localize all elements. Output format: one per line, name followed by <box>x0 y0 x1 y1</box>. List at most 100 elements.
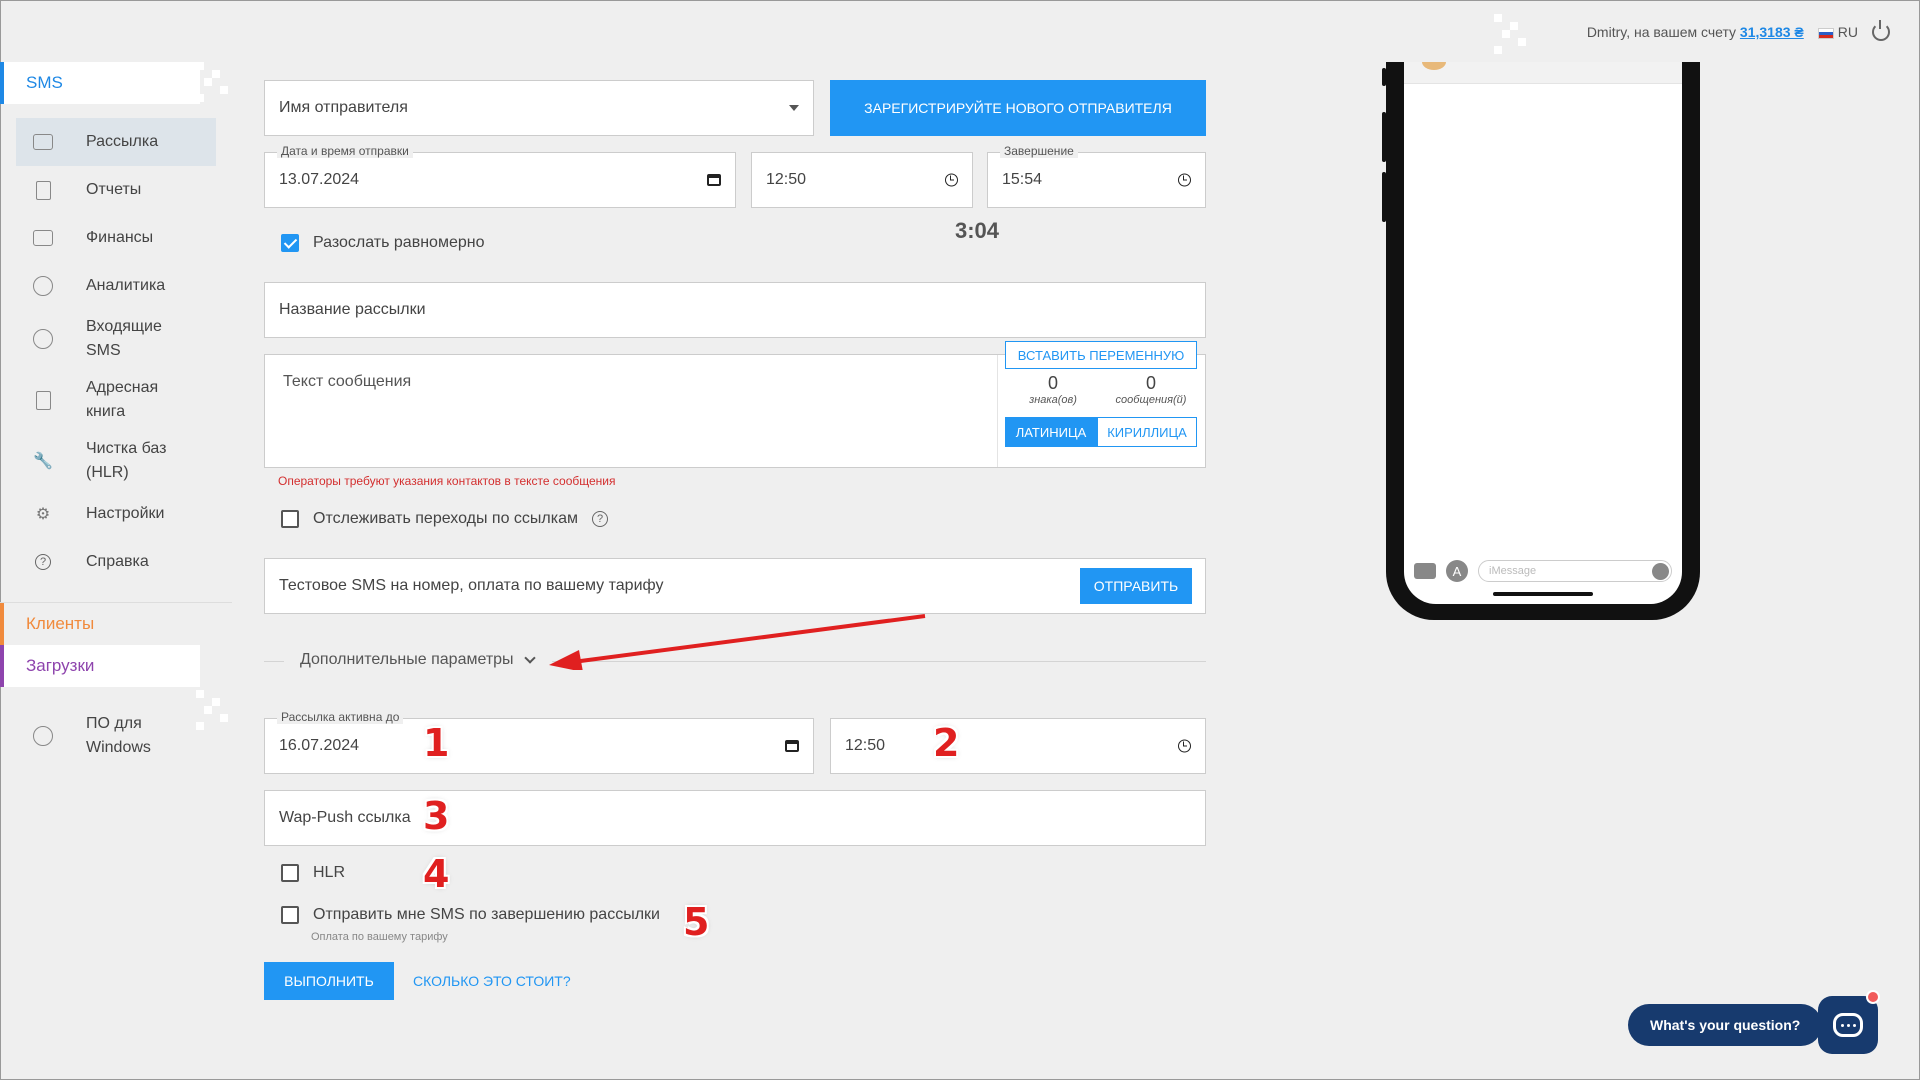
extra-params-label: Дополнительные параметры <box>300 651 514 668</box>
sidebar-item-settings[interactable]: ⚙ Настройки <box>16 490 216 538</box>
annotation-number: 2 <box>933 721 960 765</box>
cyrillic-toggle[interactable]: КИРИЛЛИЦА <box>1097 417 1197 447</box>
section-clients[interactable]: Клиенты <box>0 603 200 645</box>
sidebar-item-label: Справка <box>86 553 149 570</box>
section-downloads[interactable]: Загрузки <box>0 645 200 687</box>
language-switch[interactable]: RU <box>1817 24 1858 40</box>
greeting-text: Dmitry, на вашем счету <box>1586 24 1737 40</box>
checkbox-unchecked[interactable] <box>281 510 299 528</box>
annotation-arrow <box>549 614 926 670</box>
chevron-down-icon <box>789 105 799 111</box>
insert-variable-button[interactable]: ВСТАВИТЬ ПЕРЕМЕННУЮ <box>1005 341 1197 369</box>
notification-dot <box>1866 990 1880 1004</box>
sidebar-item-analytics[interactable]: Аналитика <box>16 262 216 310</box>
end-time-label: Завершение <box>1000 144 1078 158</box>
even-send-checkbox[interactable]: Разослать равномерно <box>281 234 484 252</box>
notify-sms-note: Оплата по вашему тарифу <box>311 931 448 943</box>
message-text-placeholder: Текст сообщения <box>283 373 412 390</box>
chat-prompt[interactable]: What's your question? <box>1628 1004 1823 1046</box>
camera-icon <box>1414 563 1436 579</box>
message-count-value: 0 <box>1145 373 1156 393</box>
download-icon <box>32 725 54 747</box>
sidebar-item-label: Отчеты <box>86 181 142 198</box>
section-clients-label: Клиенты <box>26 614 95 633</box>
phone-header <box>1404 62 1682 84</box>
sidebar-item-label: ПО для Windows <box>86 715 151 756</box>
home-indicator <box>1493 592 1593 596</box>
sidebar-item-reports[interactable]: Отчеты <box>16 166 216 214</box>
account-greeting: Dmitry, на вашем счету 31,3183 ₴ <box>1587 24 1804 40</box>
imessage-field: iMessage <box>1478 560 1672 582</box>
sidebar-item-help[interactable]: ? Справка <box>16 538 216 586</box>
account-bar: Dmitry, на вашем счету 31,3183 ₴ RU <box>1587 14 1890 50</box>
send-date-input[interactable]: Дата и время отправки 13.07.2024 <box>264 144 736 208</box>
execute-button[interactable]: ВЫПОЛНИТЬ <box>264 962 394 1000</box>
sender-select[interactable]: Имя отправителя <box>264 80 814 136</box>
sidebar-item-incoming[interactable]: Входящие SMS <box>16 310 216 368</box>
balance-link[interactable]: 31,3183 ₴ <box>1740 24 1804 40</box>
calendar-icon[interactable] <box>785 740 799 752</box>
annotation-arrow-line <box>572 614 926 664</box>
imessage-placeholder: iMessage <box>1489 565 1537 577</box>
sidebar-item-finance[interactable]: Финансы <box>16 214 216 262</box>
help-icon[interactable]: ? <box>592 511 609 527</box>
send-test-button[interactable]: ОТПРАВИТЬ <box>1080 568 1192 604</box>
track-links-label: Отслеживать переходы по ссылкам <box>313 510 579 527</box>
annotation-number: 4 <box>423 852 450 896</box>
active-until-time-input[interactable]: 12:50 <box>830 718 1206 774</box>
decor-pixels <box>196 62 236 102</box>
active-until-label: Рассылка активна до <box>277 710 404 724</box>
sidebar: SMS Рассылка Отчеты Финансы Аналитика Вх… <box>0 62 236 765</box>
sidebar-item-label: Рассылка <box>86 133 159 150</box>
message-counter: 0 сообщения(й) <box>1103 373 1199 406</box>
test-sms-input[interactable]: Тестовое SMS на номер, оплата по вашему … <box>264 558 1206 614</box>
russia-flag-icon <box>1817 27 1834 39</box>
hlr-checkbox[interactable]: HLR <box>281 864 345 882</box>
end-time-input[interactable]: Завершение 15:54 <box>987 144 1206 208</box>
decor-pixels <box>1494 14 1534 54</box>
section-sms[interactable]: SMS <box>0 62 200 104</box>
active-until-date-input[interactable]: Рассылка активна до 16.07.2024 <box>264 710 814 774</box>
register-sender-button[interactable]: ЗАРЕГИСТРИРУЙТЕ НОВОГО ОТПРАВИТЕЛЯ <box>830 80 1206 136</box>
char-count-label: знака(ов) <box>1029 394 1077 406</box>
clock-icon[interactable] <box>1178 173 1191 187</box>
audio-icon <box>1652 563 1669 580</box>
envelope-icon <box>32 131 54 153</box>
clock-icon[interactable] <box>945 173 958 187</box>
checkbox-unchecked[interactable] <box>281 864 299 882</box>
mailing-name-input[interactable]: Название рассылки <box>264 282 1206 338</box>
pie-chart-icon <box>32 275 54 297</box>
annotation-number: 1 <box>423 721 450 765</box>
track-links-checkbox[interactable]: Отслеживать переходы по ссылкам ? <box>281 510 609 528</box>
sidebar-item-hlr[interactable]: 🔧 Чистка баз (HLR) <box>16 432 216 490</box>
chat-icon <box>1833 1013 1863 1037</box>
sidebar-item-mailing[interactable]: Рассылка <box>16 118 216 166</box>
latin-toggle[interactable]: ЛАТИНИЦА <box>1005 417 1097 447</box>
wap-push-placeholder: Wap-Push ссылка <box>279 809 411 826</box>
checkbox-unchecked[interactable] <box>281 906 299 924</box>
sidebar-item-label: Аналитика <box>86 277 166 294</box>
extras-line-left <box>264 661 284 662</box>
wap-push-input[interactable]: Wap-Push ссылка <box>264 790 1206 846</box>
chat-button[interactable] <box>1818 996 1878 1054</box>
send-time-input[interactable]: 12:50 <box>751 152 973 208</box>
send-time-value: 12:50 <box>766 171 807 188</box>
sidebar-item-label: Финансы <box>86 229 154 246</box>
clock-icon[interactable] <box>1178 739 1191 753</box>
checkbox-checked[interactable] <box>281 234 299 252</box>
chevron-down-icon <box>523 652 536 664</box>
sidebar-item-label: Адресная книга <box>86 379 159 420</box>
annotation-number: 5 <box>683 900 710 944</box>
sidebar-item-address-book[interactable]: Адресная книга <box>16 368 216 432</box>
cost-link[interactable]: СКОЛЬКО ЭТО СТОИТ? <box>413 973 571 989</box>
even-send-label: Разослать равномерно <box>313 234 485 251</box>
extra-params-toggle[interactable]: Дополнительные параметры <box>300 651 536 669</box>
notify-sms-checkbox[interactable]: Отправить мне SMS по завершению рассылки <box>281 906 660 924</box>
calendar-icon[interactable] <box>707 174 721 186</box>
char-counter: 0 знака(ов) <box>1013 373 1093 406</box>
sidebar-item-windows[interactable]: ПО для Windows <box>16 707 216 765</box>
hlr-label: HLR <box>313 864 346 881</box>
power-icon[interactable] <box>1872 20 1890 41</box>
duration-text: 3:04 <box>955 218 1000 243</box>
message-text-area[interactable]: Текст сообщения ВСТАВИТЬ ПЕРЕМЕННУЮ 0 зн… <box>264 341 1206 468</box>
